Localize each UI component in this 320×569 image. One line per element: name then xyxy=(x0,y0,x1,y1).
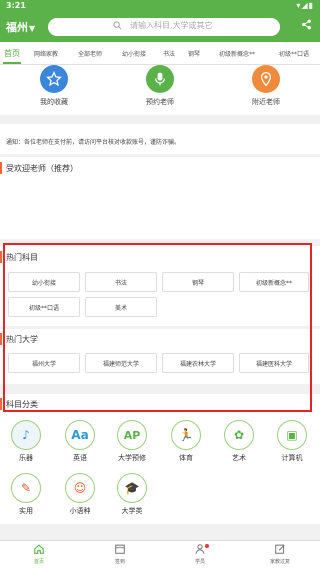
subject-chip[interactable]: 钢琴 xyxy=(162,272,234,292)
speech-icon: ☺ xyxy=(65,473,95,503)
category-sports[interactable]: 🏃 体育 xyxy=(161,420,211,463)
home-icon xyxy=(4,543,74,558)
graduation-cap-icon: 🎓 xyxy=(117,473,147,503)
category-label: 体育 xyxy=(179,454,193,462)
swirl-icon: ✿ xyxy=(224,420,254,450)
category-ap[interactable]: AP 大学预修 xyxy=(107,420,157,463)
university-chip[interactable]: 福建农林大学 xyxy=(162,353,234,373)
category-label: 英语 xyxy=(73,454,87,462)
nav-home-label: 首页 xyxy=(33,559,44,565)
tab-preschool[interactable]: 幼小衔接 xyxy=(122,49,146,58)
status-time: 3:21 xyxy=(6,1,26,10)
university-chip[interactable]: 福建师范大学 xyxy=(85,353,157,373)
recommended-section: 受欢迎老师（推荐） xyxy=(0,157,320,239)
tab-piano[interactable]: 钢琴 xyxy=(188,49,200,58)
category-university[interactable]: 🎓 大学类 xyxy=(107,473,157,516)
nav-checkin[interactable]: 签到 xyxy=(85,543,155,565)
tab-online[interactable]: 网络家教 xyxy=(34,49,58,58)
categories-title: 科目分类 xyxy=(6,400,38,409)
notice-text: 通知：各位老师在支付前，请访问平台核对收款账号，谨防诈骗。 xyxy=(6,139,181,146)
notification-dot xyxy=(205,544,209,548)
star-icon xyxy=(40,65,68,93)
category-label: 大学预修 xyxy=(118,454,146,462)
category-english[interactable]: Aa 英语 xyxy=(55,420,105,463)
bottom-navigation: 首页 签到 学员 家教过复 xyxy=(0,540,320,569)
search-input[interactable] xyxy=(128,20,272,31)
categories-section: 科目分类 ♪ 乐器 Aa 英语 AP 大学预修 🏃 体育 ✿ 艺术 ▣ 计算机 … xyxy=(0,394,320,524)
nav-tutor-review[interactable]: 家教过复 xyxy=(245,543,315,565)
book-icon: ✎ xyxy=(11,473,41,503)
favorites-button[interactable]: 我的收藏 xyxy=(9,65,99,107)
favorites-label: 我的收藏 xyxy=(40,98,68,106)
hot-universities-section: 热门大学 福州大学 福建师范大学 福建农林大学 福建医科大学 xyxy=(0,329,320,384)
subject-chip[interactable]: 书法 xyxy=(85,272,157,292)
tab-home[interactable]: 首页 xyxy=(4,48,20,59)
runner-icon: 🏃 xyxy=(171,420,201,450)
section-marker xyxy=(0,251,2,263)
subject-chip[interactable]: 幼小衔接 xyxy=(8,272,80,292)
subject-chip[interactable]: 初级**口语 xyxy=(8,297,80,317)
microphone-icon xyxy=(146,65,174,93)
section-marker xyxy=(0,162,2,174)
recommended-title: 受欢迎老师（推荐） xyxy=(6,164,78,173)
city-selector[interactable]: 福州▼ xyxy=(6,19,35,35)
category-label: 小语种 xyxy=(69,507,91,515)
share-icon[interactable] xyxy=(301,19,312,33)
subject-chip[interactable]: 美术 xyxy=(85,297,157,317)
chevron-down-icon: ▼ xyxy=(29,24,36,33)
tab-all-teachers[interactable]: 全部老师 xyxy=(78,49,102,58)
category-label: 实用 xyxy=(19,507,33,515)
section-marker xyxy=(0,333,2,345)
active-tab-indicator xyxy=(3,62,21,64)
nav-students[interactable]: 学员 xyxy=(165,543,235,565)
section-marker xyxy=(0,398,2,410)
guitar-icon: ♪ xyxy=(11,420,41,450)
person-icon xyxy=(165,543,235,558)
ap-icon: AP xyxy=(117,420,147,450)
category-computer[interactable]: ▣ 计算机 xyxy=(267,420,317,463)
search-icon xyxy=(113,21,122,33)
letters-icon: Aa xyxy=(65,420,95,450)
nav-home[interactable]: 首页 xyxy=(4,543,74,565)
university-chip[interactable]: 福建医科大学 xyxy=(239,353,309,373)
book-teacher-button[interactable]: 预约老师 xyxy=(115,65,205,107)
edit-icon xyxy=(245,543,315,558)
category-instruments[interactable]: ♪ 乐器 xyxy=(1,420,51,463)
category-label: 艺术 xyxy=(232,454,246,462)
city-label: 福州 xyxy=(6,21,28,34)
app-header: 福州▼ xyxy=(0,12,320,42)
location-pin-icon xyxy=(252,65,280,93)
category-tabs: 首页 网络家教 全部老师 幼小衔接 书法 钢琴 初级新概念** 初级**口语 xyxy=(0,42,320,65)
subject-chip[interactable]: 初级新概念** xyxy=(239,272,309,292)
category-art[interactable]: ✿ 艺术 xyxy=(214,420,264,463)
book-teacher-label: 预约老师 xyxy=(146,98,174,106)
hot-subjects-title: 热门科目 xyxy=(6,253,38,262)
notice-bar: 通知：各位老师在支付前，请访问平台核对收款账号，谨防诈骗。 xyxy=(0,124,320,154)
category-minor-language[interactable]: ☺ 小语种 xyxy=(55,473,105,516)
tab-oral[interactable]: 初级**口语 xyxy=(279,49,309,58)
status-bar: 3:21 ▾◢▮ xyxy=(0,0,320,12)
nav-tutor-review-label: 家教过复 xyxy=(269,559,290,565)
nearby-teachers-label: 附近老师 xyxy=(252,98,280,106)
search-box[interactable] xyxy=(48,18,280,36)
hot-universities-title: 热门大学 xyxy=(6,335,38,344)
system-icons: ▾◢▮ xyxy=(296,1,314,10)
university-chip[interactable]: 福州大学 xyxy=(8,353,80,373)
category-label: 大学类 xyxy=(121,507,143,515)
nav-students-label: 学员 xyxy=(194,559,205,565)
hot-subjects-section: 热门科目 幼小衔接 书法 钢琴 初级新概念** 初级**口语 美术 xyxy=(0,246,320,326)
category-label: 乐器 xyxy=(19,454,33,462)
category-practical[interactable]: ✎ 实用 xyxy=(1,473,51,516)
tab-new-concept[interactable]: 初级新概念** xyxy=(219,49,255,58)
category-label: 计算机 xyxy=(281,454,303,462)
nearby-teachers-button[interactable]: 附近老师 xyxy=(221,65,311,107)
computer-icon: ▣ xyxy=(277,420,307,450)
calendar-icon xyxy=(85,543,155,558)
tab-calligraphy[interactable]: 书法 xyxy=(163,49,175,58)
nav-checkin-label: 签到 xyxy=(114,559,125,565)
quick-actions: 我的收藏 预约老师 附近老师 xyxy=(0,65,320,115)
